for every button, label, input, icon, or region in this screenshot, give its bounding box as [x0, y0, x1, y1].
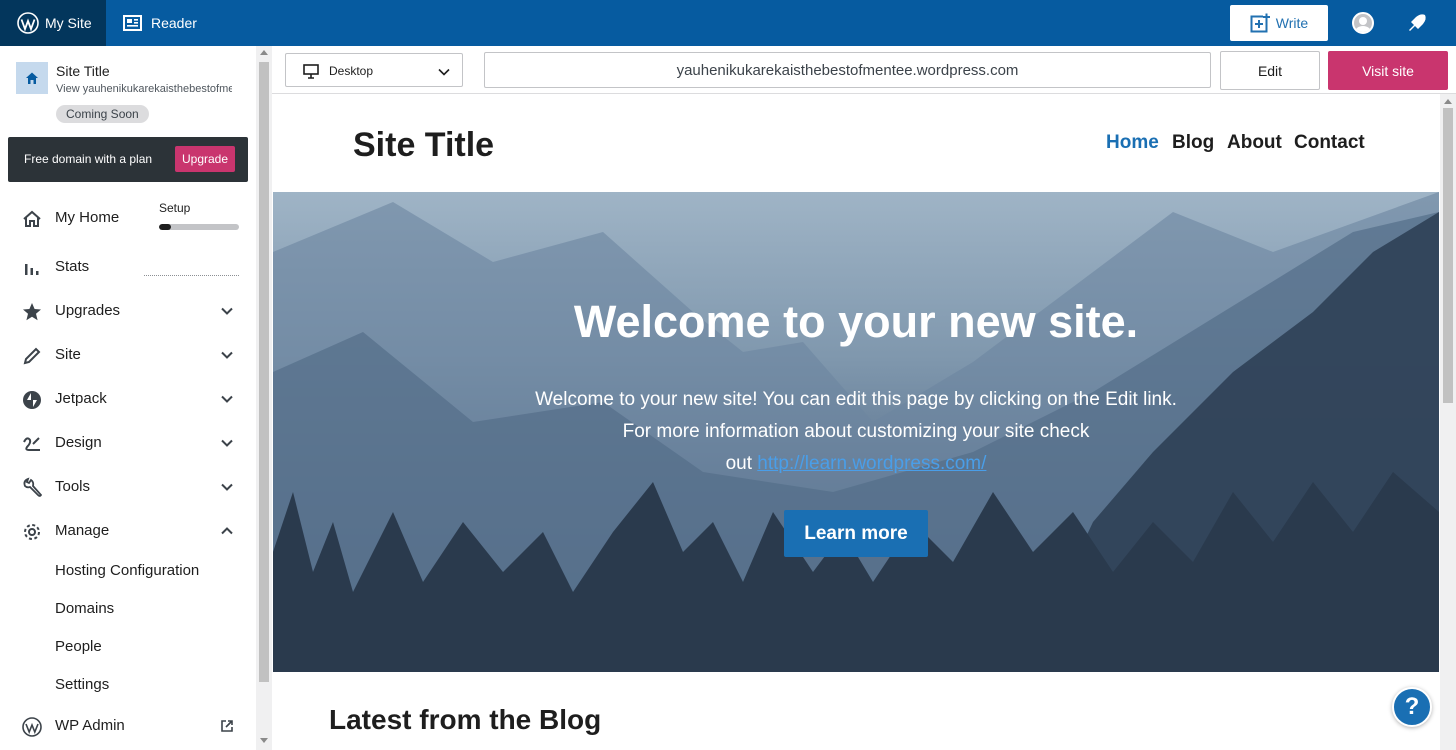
- sidebar-subitem-domains[interactable]: Domains: [55, 600, 114, 617]
- site-card[interactable]: Site Title View yauhenikukarekaisthebest…: [0, 46, 256, 134]
- home-icon: [26, 72, 38, 84]
- chevron-down-icon: [221, 307, 233, 315]
- sidebar-item-label: Design: [55, 434, 102, 451]
- sidebar-subitem-settings[interactable]: Settings: [55, 676, 109, 693]
- gear-icon: [24, 524, 40, 540]
- external-link-icon: [221, 720, 233, 732]
- chevron-down-icon: [221, 483, 233, 491]
- preview-toolbar: Desktop yauhenikukarekaisthebestofmentee…: [272, 46, 1456, 94]
- notifications-bell-icon[interactable]: [1406, 12, 1428, 39]
- hero-text-out: out: [725, 453, 752, 474]
- pencil-icon: [23, 347, 41, 365]
- help-button[interactable]: ?: [1392, 687, 1432, 727]
- sidebar: Site Title View yauhenikukarekaisthebest…: [0, 46, 256, 750]
- chevron-down-icon: [221, 351, 233, 359]
- hero-text-line-2: For more information about customizing y…: [622, 421, 1090, 442]
- preview-url-field[interactable]: yauhenikukarekaisthebestofmentee.wordpre…: [484, 52, 1211, 88]
- chevron-down-icon: [221, 395, 233, 403]
- setup-progress-fill: [159, 224, 171, 230]
- sidebar-item-manage[interactable]: Manage: [0, 513, 256, 549]
- sidebar-item-label: Jetpack: [55, 390, 107, 407]
- sidebar-item-label: Upgrades: [55, 302, 121, 319]
- website-site-title[interactable]: Site Title: [353, 126, 494, 165]
- sidebar-item-label: Tools: [55, 478, 91, 495]
- device-label: Desktop: [329, 64, 374, 78]
- star-icon: [23, 303, 41, 321]
- sidebar-site-title: Site Title: [56, 63, 110, 79]
- sidebar-item-wp-admin[interactable]: WP Admin: [0, 708, 256, 744]
- write-button[interactable]: Write: [1230, 5, 1328, 41]
- visit-site-button[interactable]: Visit site: [1328, 51, 1448, 90]
- stats-sparkline: [144, 275, 239, 276]
- sidebar-subitem-people[interactable]: People: [55, 638, 102, 655]
- sidebar-subitem-hosting-configuration[interactable]: Hosting Configuration: [55, 562, 199, 579]
- site-preview-frame: Site Title Home Blog About Contact Welco…: [272, 94, 1440, 750]
- brush-icon: [23, 437, 40, 451]
- sidebar-item-label: Manage: [55, 522, 110, 539]
- sidebar-item-label: My Home: [55, 209, 120, 226]
- wrench-icon: [23, 477, 43, 497]
- my-site-label: My Site: [45, 15, 92, 31]
- new-post-icon: [1250, 13, 1270, 33]
- sidebar-site-url[interactable]: View yauhenikukarekaisthebestofmentee.wo…: [56, 83, 232, 95]
- upgrade-button[interactable]: Upgrade: [175, 146, 235, 172]
- latest-blog-heading: Latest from the Blog: [329, 704, 602, 735]
- learn-wordpress-link[interactable]: http://learn.wordpress.com/: [757, 453, 986, 474]
- jetpack-icon: [23, 391, 41, 409]
- device-selector[interactable]: Desktop: [285, 53, 463, 87]
- hero-cover: Welcome to your new site. Welcome to you…: [273, 192, 1439, 672]
- website-nav-home[interactable]: Home: [1106, 132, 1159, 154]
- reader-label: Reader: [151, 15, 197, 31]
- edit-button[interactable]: Edit: [1220, 51, 1320, 90]
- site-icon: [16, 62, 48, 94]
- reader-icon: [123, 15, 142, 31]
- chevron-down-icon: [438, 68, 450, 76]
- hero-text: Welcome to your new site! You can edit t…: [506, 384, 1206, 480]
- scrollbar-thumb[interactable]: [1443, 108, 1453, 403]
- scrollbar-thumb[interactable]: [259, 62, 269, 682]
- website-nav-contact[interactable]: Contact: [1294, 132, 1365, 154]
- chevron-down-icon: [221, 439, 233, 447]
- sidebar-item-label: Stats: [55, 258, 90, 275]
- sidebar-item-tools[interactable]: Tools: [0, 469, 256, 505]
- setup-label: Setup: [159, 201, 191, 215]
- sidebar-item-design[interactable]: Design: [0, 425, 256, 461]
- domain-upsell-banner: Free domain with a plan Upgrade: [8, 137, 248, 182]
- write-label: Write: [1275, 15, 1309, 31]
- sidebar-item-upgrades[interactable]: Upgrades: [0, 293, 256, 329]
- sidebar-scrollbar[interactable]: [256, 46, 272, 750]
- reader-button[interactable]: Reader: [123, 0, 197, 46]
- home-icon: [23, 210, 41, 227]
- my-site-button[interactable]: My Site: [0, 0, 106, 46]
- sidebar-item-label: Site: [55, 346, 81, 363]
- wordpress-logo-icon: [22, 717, 42, 737]
- sidebar-item-jetpack[interactable]: Jetpack: [0, 381, 256, 417]
- hero-title: Welcome to your new site.: [573, 296, 1139, 347]
- desktop-monitor-icon: [303, 64, 319, 79]
- masterbar: My Site Reader Write: [0, 0, 1456, 46]
- sidebar-item-my-home[interactable]: My Home: [0, 200, 256, 236]
- sidebar-item-label: WP Admin: [55, 717, 125, 734]
- hero-text-line-1: Welcome to your new site! You can edit t…: [535, 389, 1177, 410]
- setup-progress-bar: [159, 224, 239, 230]
- stats-icon: [25, 264, 39, 275]
- scroll-up-arrow-icon[interactable]: [260, 50, 268, 55]
- website-nav-blog[interactable]: Blog: [1172, 132, 1214, 154]
- sidebar-item-stats[interactable]: Stats: [0, 249, 256, 285]
- scroll-down-arrow-icon[interactable]: [260, 738, 268, 743]
- chevron-up-icon: [221, 527, 233, 535]
- hero-text-line-3: out http://learn.wordpress.com/: [506, 448, 1206, 480]
- website-nav-about[interactable]: About: [1227, 132, 1282, 154]
- learn-more-button[interactable]: Learn more: [784, 510, 928, 557]
- upsell-text: Free domain with a plan: [24, 152, 153, 166]
- scroll-up-arrow-icon[interactable]: [1444, 99, 1452, 104]
- status-badge: Coming Soon: [56, 105, 149, 123]
- preview-scrollbar[interactable]: [1440, 94, 1456, 750]
- wordpress-logo-icon: [17, 12, 39, 34]
- user-avatar[interactable]: [1352, 12, 1374, 34]
- sidebar-item-site[interactable]: Site: [0, 337, 256, 373]
